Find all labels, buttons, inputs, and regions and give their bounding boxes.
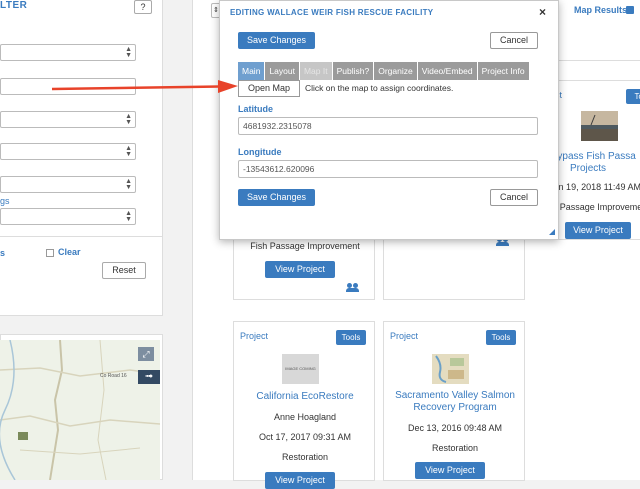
filter-title: LTER — [0, 0, 28, 11]
close-icon[interactable]: × — [539, 5, 546, 19]
card-project-name[interactable]: Sacramento Valley Salmon Recovery Progra… — [384, 390, 526, 414]
expand-icon[interactable]: ⤢ — [138, 347, 154, 361]
project-card: Project Tools IMAGE COMING SOON Californ… — [233, 321, 376, 489]
longitude-label: Longitude — [238, 147, 282, 157]
filter-select-5[interactable]: ▲ ▼ — [0, 208, 136, 225]
select-arrows-icon: ▲ ▼ — [125, 113, 132, 126]
tab-organize[interactable]: Organize — [374, 62, 418, 80]
open-map-hint: Click on the map to assign coordinates. — [305, 83, 454, 93]
card-type-label: Project — [390, 331, 419, 341]
clear-checkbox[interactable] — [46, 249, 54, 257]
tools-button[interactable]: Tools — [486, 330, 516, 345]
tools-button[interactable]: Tools — [336, 330, 366, 345]
select-arrows-icon: ▲ ▼ — [125, 46, 132, 59]
card-owner: Anne Hoagland — [273, 412, 337, 422]
map-results-checkbox[interactable] — [626, 6, 634, 14]
modal-tabs: Main Layout Map It Publish? Organize Vid… — [238, 62, 530, 80]
project-thumbnail — [432, 354, 469, 384]
cancel-button[interactable]: Cancel — [490, 32, 538, 49]
tags-label: gs — [0, 196, 10, 206]
view-project-button[interactable]: View Project — [265, 472, 335, 489]
map-roads — [0, 340, 160, 480]
card-type-label: Project — [240, 331, 269, 341]
tab-layout[interactable]: Layout — [265, 62, 300, 80]
divider — [0, 236, 163, 237]
project-thumbnail: IMAGE COMING SOON — [282, 354, 319, 384]
card-category: Restoration — [431, 443, 479, 453]
save-changes-button[interactable]: Save Changes — [238, 189, 315, 206]
latitude-input[interactable]: 4681932.2315078 — [238, 117, 538, 135]
help-button[interactable]: ? — [134, 0, 152, 14]
arrow-right-icon[interactable]: ➟ — [138, 370, 160, 384]
select-arrows-icon: ▲ ▼ — [125, 210, 132, 223]
tab-publish[interactable]: Publish? — [332, 62, 375, 80]
map-view[interactable] — [0, 340, 160, 480]
card-category: Restoration — [281, 452, 329, 462]
annotation-arrow-icon — [51, 80, 238, 93]
map-road-label: Co Road 16 — [100, 373, 127, 379]
filter-select-3[interactable]: ▲ ▼ — [0, 143, 136, 160]
view-project-button[interactable]: View Project — [415, 462, 485, 479]
filter-select-4[interactable]: ▲ ▼ — [0, 176, 136, 193]
tab-video-embed[interactable]: Video/Embed — [417, 62, 478, 80]
reset-button[interactable]: Reset — [102, 262, 146, 279]
select-arrows-icon: ▲ ▼ — [125, 145, 132, 158]
tab-map-it[interactable]: Map It — [299, 62, 333, 80]
card-category: Fish Passage Improvement — [250, 241, 360, 251]
open-map-button[interactable]: Open Map — [238, 80, 300, 97]
card-date: Dec 13, 2016 09:48 AM — [407, 423, 503, 433]
project-card: Project Tools Sacramento Valley Salmon R… — [383, 321, 525, 481]
card-date: Oct 17, 2017 09:31 AM — [258, 432, 352, 442]
clear-label[interactable]: Clear — [58, 247, 81, 257]
filter-select-2[interactable]: ▲ ▼ — [0, 111, 136, 128]
latitude-label: Latitude — [238, 104, 273, 114]
filter-option-label: s — [0, 248, 6, 258]
project-thumbnail — [581, 111, 618, 141]
longitude-input[interactable]: -13543612.620096 — [238, 160, 538, 178]
tab-main[interactable]: Main — [238, 62, 266, 80]
view-project-button[interactable]: View Project — [265, 261, 335, 278]
filter-select-1[interactable]: ▲ ▼ — [0, 44, 136, 61]
tab-project-info[interactable]: Project Info — [477, 62, 530, 80]
people-icon — [346, 283, 360, 292]
select-arrows-icon: ▲ ▼ — [125, 178, 132, 191]
card-project-name[interactable]: California EcoRestore — [234, 391, 376, 403]
view-project-button[interactable]: View Project — [565, 222, 631, 239]
cancel-button[interactable]: Cancel — [490, 189, 538, 206]
map-results-label: Map Results — [574, 5, 628, 15]
save-changes-button[interactable]: Save Changes — [238, 32, 315, 49]
modal-title: EDITING WALLACE WEIR FISH RESCUE FACILIT… — [230, 8, 434, 17]
resize-handle-icon[interactable] — [548, 228, 556, 236]
tools-button[interactable]: Too — [626, 89, 640, 104]
